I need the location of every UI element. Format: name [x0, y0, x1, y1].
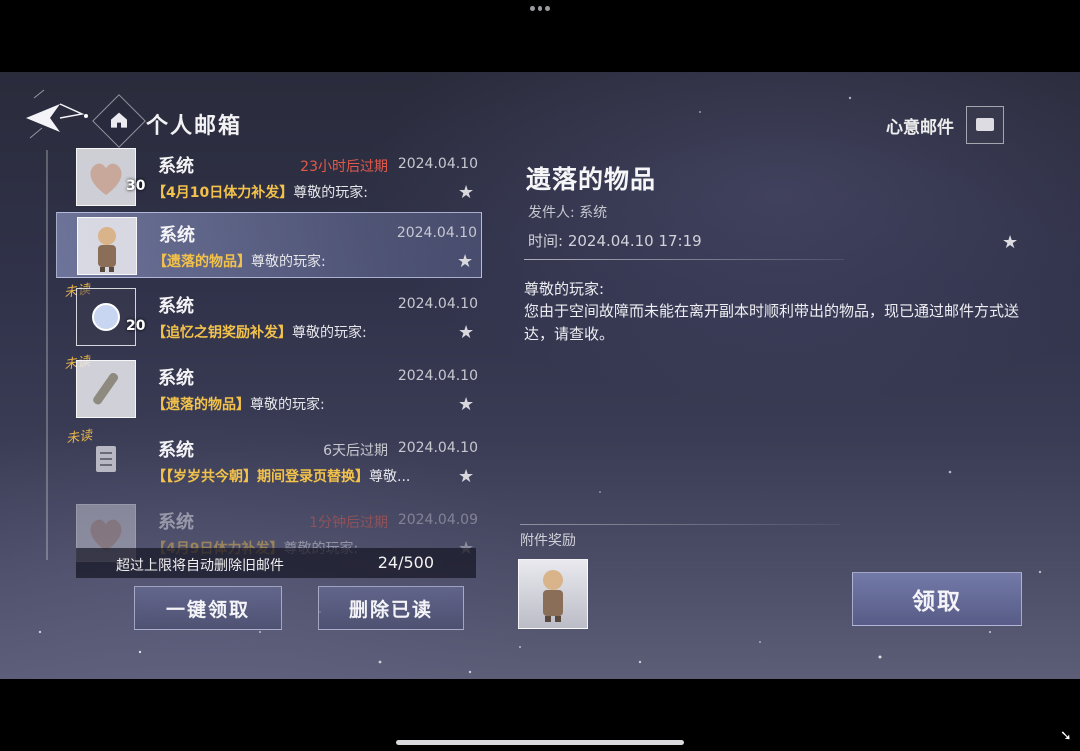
orb-icon [76, 288, 136, 346]
attachment-label: 附件奖励 [520, 533, 576, 549]
mail-item[interactable]: 30 系统 23小时后过期 2024.04.10 【4月10日体力补发】尊敬的玩… [56, 144, 482, 210]
mail-tag: 【【岁岁共今朝】期间登录页替换】 [152, 469, 369, 485]
star-icon[interactable]: ★ [457, 253, 475, 271]
attachment-item[interactable] [518, 559, 588, 629]
mail-expire: 6天后过期 [323, 443, 388, 459]
back-button[interactable] [20, 88, 92, 140]
star-icon[interactable]: ★ [458, 184, 476, 202]
mail-sender: 系统 [158, 296, 194, 317]
mail-subject: 【4月10日体力补发】尊敬的玩家: [152, 182, 452, 202]
mail-detail-time: 时间: 2024.04.10 17:19 [528, 232, 702, 250]
mail-item[interactable]: 系统 2024.04.10 【遗落的物品】尊敬的玩家: ★ [56, 356, 482, 422]
divider [520, 524, 840, 525]
mail-subject: 【遗落的物品】尊敬的玩家: [152, 394, 452, 414]
mail-sender: 系统 [158, 368, 194, 389]
mail-sender: 系统 [159, 225, 195, 246]
mail-expire: 1分钟后过期 [309, 515, 388, 531]
character-icon [543, 570, 563, 622]
mail-sender: 系统 [158, 156, 194, 177]
item-count: 20 [126, 318, 146, 334]
mail-item[interactable]: 系统 6天后过期 2024.04.10 【【岁岁共今朝】期间登录页替换】尊敬..… [56, 428, 482, 494]
back-arrow-icon [26, 89, 88, 139]
mail-subject: 【遗落的物品】尊敬的玩家: [153, 251, 453, 271]
star-icon[interactable]: ★ [458, 324, 476, 342]
window-menu-dots[interactable] [530, 6, 551, 14]
mail-date: 2024.04.09 [397, 512, 478, 528]
mail-date: 2024.04.10 [397, 368, 478, 384]
whistle-icon [76, 360, 136, 418]
mail-detail-body: 您由于空间故障而未能在离开副本时顺利带出的物品，现已通过邮件方式送达，请查收。 [524, 302, 1020, 343]
page-title: 个人邮箱 [146, 113, 243, 139]
mail-detail-sender: 发件人: 系统 [528, 205, 608, 221]
mail-tag: 【追忆之钥奖励补发】 [152, 325, 292, 341]
mail-count: 24/500 [377, 553, 434, 572]
mail-subject: 【追忆之钥奖励补发】尊敬的玩家: [152, 322, 452, 342]
mail-detail-title: 遗落的物品 [526, 165, 657, 194]
divider [524, 259, 844, 260]
delete-read-button[interactable]: 删除已读 [318, 586, 464, 630]
mail-preview: 尊敬的玩家: [251, 254, 326, 270]
claim-all-button[interactable]: 一键领取 [134, 586, 282, 630]
item-count: 30 [126, 178, 146, 194]
document-icon [76, 432, 136, 490]
mail-date: 2024.04.10 [396, 225, 477, 241]
mail-item[interactable]: 20 系统 2024.04.10 【追忆之钥奖励补发】尊敬的玩家: ★ [56, 284, 482, 350]
mail-date: 2024.04.10 [397, 296, 478, 312]
mailbox-screen: 个人邮箱 心意邮件 30 系统 23小时后过期 2024.04.10 【4月10… [0, 72, 1080, 679]
mail-date: 2024.04.10 [397, 156, 478, 172]
star-icon[interactable]: ★ [458, 396, 476, 414]
mail-sender: 系统 [158, 512, 194, 533]
mail-expire: 23小时后过期 [300, 159, 388, 175]
mail-preview: 尊敬的玩家: [292, 325, 367, 341]
mail-sender: 系统 [158, 440, 194, 461]
mail-subject: 【【岁岁共今朝】期间登录页替换】尊敬... [152, 466, 452, 486]
mail-tag: 【遗落的物品】 [153, 254, 251, 270]
list-frame-line [46, 150, 48, 560]
home-button[interactable] [92, 94, 146, 148]
character-icon [77, 217, 137, 275]
mail-date: 2024.04.10 [397, 440, 478, 456]
mail-detail-greeting: 尊敬的玩家: [524, 280, 605, 298]
corner-arrow-icon: ➘ [1060, 728, 1072, 744]
claim-button[interactable]: 领取 [852, 572, 1022, 626]
heart-mail-button[interactable]: 心意邮件 [886, 106, 1004, 144]
mail-tag: 【遗落的物品】 [152, 397, 250, 413]
envelope-icon [966, 106, 1004, 144]
star-icon[interactable]: ★ [458, 468, 476, 486]
mail-tag: 【4月10日体力补发】 [152, 185, 294, 201]
heart-icon [76, 148, 136, 206]
home-icon [111, 112, 127, 128]
mail-preview: 尊敬的玩家: [250, 397, 325, 413]
home-indicator[interactable] [396, 740, 684, 745]
mail-list[interactable]: 30 系统 23小时后过期 2024.04.10 【4月10日体力补发】尊敬的玩… [56, 144, 482, 574]
mail-preview: 尊敬的玩家: [293, 185, 368, 201]
mail-item-selected[interactable]: 系统 2024.04.10 【遗落的物品】尊敬的玩家: ★ [56, 212, 482, 278]
limit-text: 超过上限将自动删除旧邮件 [116, 558, 284, 574]
mail-preview: 尊敬... [369, 469, 411, 485]
star-icon[interactable]: ★ [1002, 232, 1018, 253]
heart-mail-label: 心意邮件 [886, 117, 954, 138]
mail-limit-bar: 超过上限将自动删除旧邮件 24/500 [76, 548, 476, 578]
